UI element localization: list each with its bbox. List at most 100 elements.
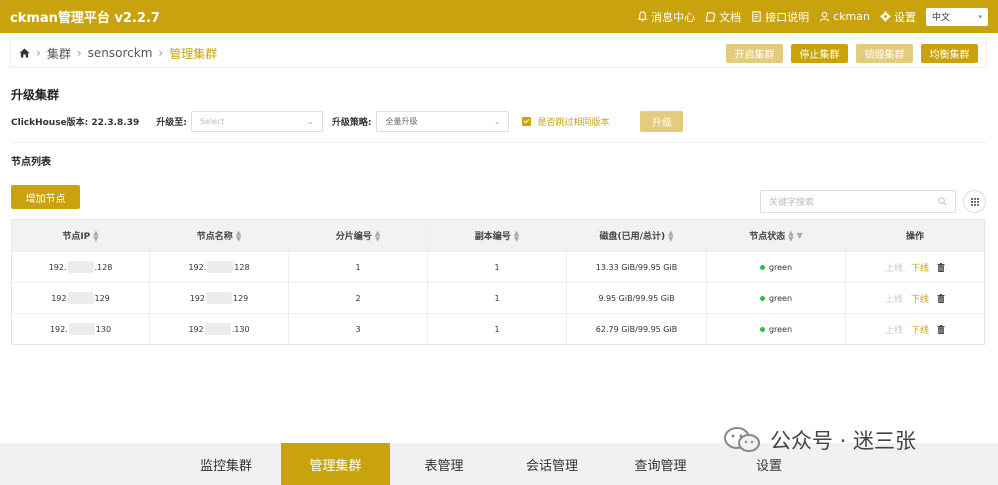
messages-link[interactable]: 消息中心: [637, 9, 695, 25]
column-header-label: 节点IP: [62, 232, 91, 242]
upgrade-button[interactable]: 升级: [640, 110, 684, 132]
language-select[interactable]: 中文 ▾: [926, 7, 988, 26]
ip-suffix: 130: [95, 324, 112, 334]
row-actions: 上线 下线: [885, 292, 945, 305]
online-button[interactable]: 上线: [885, 292, 903, 305]
status-cell: green: [707, 252, 846, 282]
search-input[interactable]: 关键字搜索: [760, 190, 956, 213]
node-name-cell: 192 129: [150, 283, 289, 313]
rebalance-cluster-button[interactable]: 均衡集群: [921, 43, 978, 63]
api-link[interactable]: 接口说明: [751, 9, 809, 25]
table-row: 192. 130 192.130 3 1 62.79 GiB/99.95 GiB …: [12, 313, 984, 344]
wechat-icon: [724, 427, 760, 452]
column-header-label: 副本编号: [474, 232, 511, 242]
home-icon[interactable]: [19, 48, 30, 58]
column-header-label: 操作: [905, 232, 924, 242]
api-label: 接口说明: [765, 10, 810, 24]
docs-label: 文档: [719, 10, 742, 24]
settings-label: 设置: [894, 10, 916, 24]
search-placeholder: 关键字搜索: [769, 198, 815, 208]
actions-cell: 上线 下线: [846, 283, 984, 313]
replica-cell: 1: [428, 283, 567, 313]
upgrade-strategy-value: 全量升级: [385, 116, 418, 126]
table-row: 192 129 192 129 2 1 9.95 GiB/99.95 GiB gre…: [12, 282, 984, 313]
online-button[interactable]: 上线: [885, 323, 903, 336]
column-header-ip[interactable]: 节点IP ▲ ▼: [12, 220, 150, 251]
column-header-name[interactable]: 节点名称 ▲ ▼: [150, 220, 289, 251]
row-actions: 上线 下线: [885, 261, 945, 274]
destroy-cluster-button[interactable]: 销毁集群: [856, 43, 913, 63]
start-cluster-button[interactable]: 开启集群: [726, 43, 783, 63]
filter-icon[interactable]: ▼: [797, 231, 803, 240]
offline-button[interactable]: 下线: [911, 292, 929, 305]
shard-cell: 1: [289, 252, 428, 282]
ip-prefix: 192.: [49, 324, 68, 334]
breadcrumb: › 集群 › sensorckm › 管理集群: [19, 45, 217, 62]
settings-link[interactable]: 设置: [880, 9, 916, 25]
add-node-button[interactable]: 增加节点: [11, 185, 80, 209]
nav-table-management[interactable]: 表管理: [390, 443, 498, 485]
disk-cell: 62.79 GiB/99.95 GiB: [567, 314, 707, 344]
stop-cluster-button[interactable]: 停止集群: [791, 43, 848, 63]
language-value: 中文: [932, 13, 951, 23]
online-button[interactable]: 上线: [885, 261, 903, 274]
ip-prefix: 192: [51, 293, 67, 303]
bell-icon: [637, 11, 648, 22]
name-suffix: 129: [233, 293, 249, 303]
user-name: ckman: [833, 10, 870, 23]
trash-icon[interactable]: [937, 262, 945, 272]
nav-session-management[interactable]: 会话管理: [498, 443, 606, 485]
user-menu[interactable]: ckman: [819, 10, 870, 23]
docs-link[interactable]: 文档: [705, 9, 741, 25]
column-settings-button[interactable]: [963, 190, 986, 213]
redacted-segment: [204, 323, 231, 335]
replica-cell: 1: [428, 252, 567, 282]
user-icon: [819, 11, 830, 22]
top-nav-right: 消息中心 文档 接口说明 ckman 设置 中文 ▾: [637, 7, 988, 26]
nav-monitor-cluster[interactable]: 监控集群: [172, 443, 280, 485]
status-text: green: [768, 262, 793, 272]
skip-same-version-checkbox[interactable]: 是否跳过相同版本: [522, 115, 609, 128]
node-name-cell: 192. 128: [150, 252, 289, 282]
section-divider: [11, 142, 987, 143]
watermark-text: 公众号 · 迷三张: [770, 429, 917, 453]
name-suffix: 128: [234, 262, 250, 272]
status-dot-icon: [759, 264, 765, 270]
offline-button[interactable]: 下线: [911, 261, 929, 274]
breadcrumb-separator: ›: [158, 46, 164, 60]
upgrade-section-title: 升级集群: [11, 88, 60, 102]
chevron-down-icon: ⌄: [493, 116, 501, 126]
redacted-segment: [68, 323, 95, 335]
breadcrumb-item-cluster-name[interactable]: sensorckm: [88, 46, 153, 60]
breadcrumb-bar: › 集群 › sensorckm › 管理集群 开启集群 停止集群 销毁集群 均…: [10, 38, 987, 68]
column-header-label: 节点名称: [196, 232, 233, 242]
trash-icon[interactable]: [937, 324, 945, 334]
disk-cell: 13.33 GiB/99.95 GiB: [567, 252, 707, 282]
shard-cell: 2: [289, 283, 428, 313]
status-text: green: [768, 324, 793, 334]
name-prefix: 192: [188, 324, 204, 334]
offline-button[interactable]: 下线: [911, 323, 929, 336]
book-icon: [705, 12, 716, 22]
sort-icon: ▲ ▼: [93, 228, 99, 243]
ip-prefix: 192.: [48, 262, 67, 272]
breadcrumb-item-cluster[interactable]: 集群: [47, 45, 71, 62]
nav-query-management[interactable]: 查询管理: [606, 443, 715, 485]
column-header-replica[interactable]: 副本编号 ▲ ▼: [428, 220, 567, 251]
upgrade-to-label: 升级至:: [156, 117, 187, 128]
chevron-down-icon: ▾: [978, 12, 982, 21]
disk-cell: 9.95 GiB/99.95 GiB: [567, 283, 707, 313]
name-suffix: .130: [231, 324, 250, 334]
trash-icon[interactable]: [937, 293, 945, 303]
nav-manage-cluster[interactable]: 管理集群: [281, 443, 390, 485]
column-header-shard[interactable]: 分片编号 ▲ ▼: [289, 220, 428, 251]
status-cell: green: [707, 283, 846, 313]
column-header-disk[interactable]: 磁盘(已用/总计) ▲ ▼: [567, 220, 707, 251]
upgrade-version-select[interactable]: Select ⌄: [190, 110, 323, 132]
actions-cell: 上线 下线: [846, 252, 984, 282]
column-header-status[interactable]: 节点状态 ▲ ▼ ▼: [707, 220, 846, 251]
messages-label: 消息中心: [651, 10, 696, 24]
upgrade-strategy-select[interactable]: 全量升级 ⌄: [376, 110, 510, 132]
column-header-label: 节点状态: [749, 232, 786, 242]
table-row: 192. .128 192. 128 1 1 13.33 GiB/99.95 GiB…: [12, 251, 984, 282]
